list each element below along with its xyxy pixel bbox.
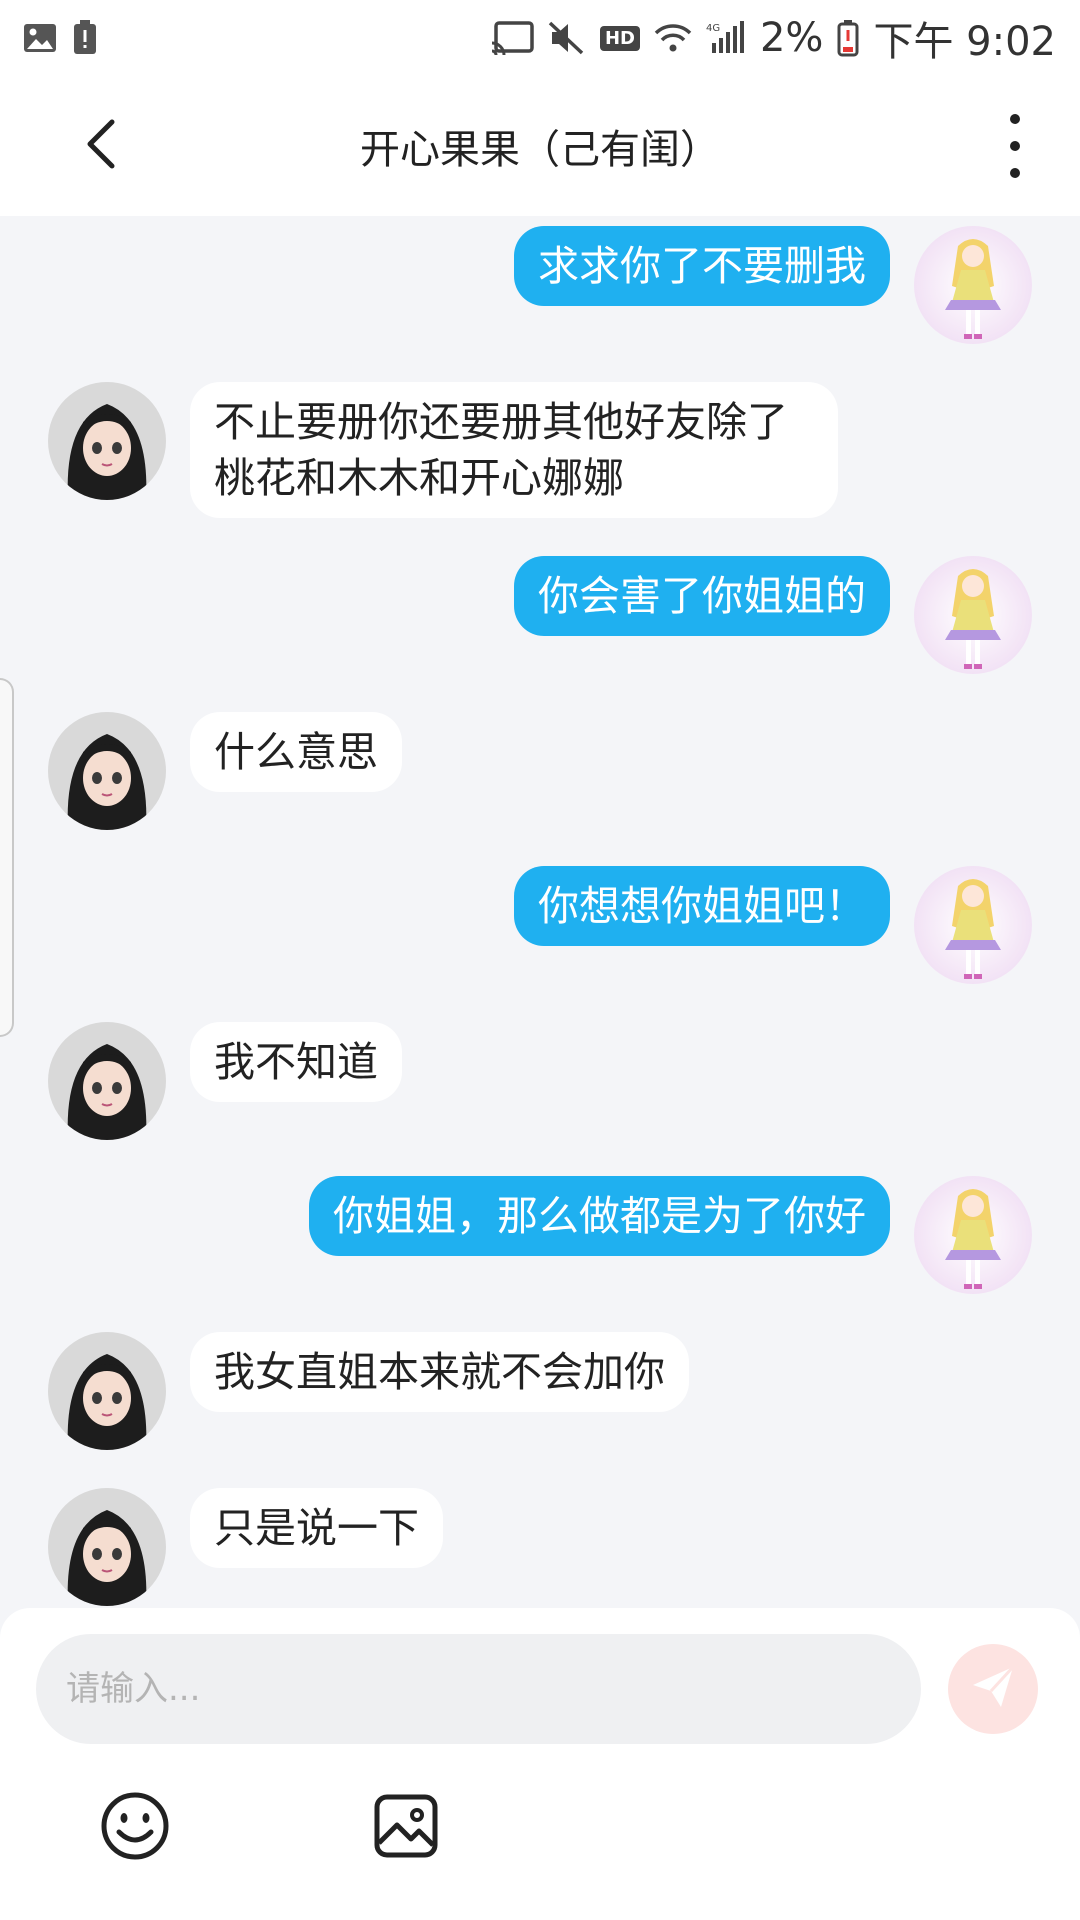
image-button[interactable] <box>370 1792 442 1864</box>
hd-badge: HD <box>599 25 640 51</box>
message-sent: 你姐姐，那么做都是为了你好 <box>309 1176 1032 1294</box>
message-bubble[interactable]: 我女直姐本来就不会加你 <box>190 1332 689 1412</box>
alert-notification-icon <box>72 20 98 56</box>
side-drawer-handle[interactable] <box>0 678 14 1037</box>
more-vertical-icon-dot <box>1010 141 1020 151</box>
dark-hair-girl-avatar[interactable] <box>48 1488 166 1606</box>
emoji-icon <box>100 1791 170 1865</box>
dark-hair-girl-avatar[interactable] <box>48 382 166 500</box>
dark-hair-girl-avatar[interactable] <box>48 1022 166 1140</box>
cell-signal-icon: 4G <box>706 21 746 55</box>
cast-icon <box>490 21 534 55</box>
message-received: 不止要册你还要册其他好友除了桃花和木木和开心娜娜 <box>48 382 838 518</box>
message-bubble[interactable]: 我不知道 <box>190 1022 402 1102</box>
status-right: HD 4G 2% 下午 9:02 <box>490 9 1056 67</box>
anime-doll-avatar[interactable] <box>914 866 1032 984</box>
back-button[interactable] <box>70 116 130 176</box>
message-bubble[interactable]: 你姐姐，那么做都是为了你好 <box>309 1176 890 1256</box>
message-input[interactable] <box>36 1634 921 1744</box>
message-bubble[interactable]: 求求你了不要删我 <box>514 226 890 306</box>
battery-percent: 2% <box>759 15 824 61</box>
emoji-button[interactable] <box>99 1792 171 1864</box>
message-bubble[interactable]: 不止要册你还要册其他好友除了桃花和木木和开心娜娜 <box>190 382 838 518</box>
message-sent: 求求你了不要删我 <box>514 226 1032 344</box>
status-bar: HD 4G 2% 下午 9:02 <box>0 0 1080 76</box>
message-bubble[interactable]: 什么意思 <box>190 712 402 792</box>
anime-doll-avatar[interactable] <box>914 556 1032 674</box>
back-arrow-icon <box>82 118 118 174</box>
dark-hair-girl-avatar[interactable] <box>48 1332 166 1450</box>
message-received: 什么意思 <box>48 712 402 830</box>
more-vertical-icon-dot <box>1010 168 1020 178</box>
battery-low-icon <box>837 19 859 57</box>
chat-header: 开心果果（己有闺） <box>0 76 1080 216</box>
gallery-notification-icon <box>22 22 58 54</box>
status-left <box>22 20 98 56</box>
mute-icon <box>548 21 586 55</box>
message-bubble[interactable]: 你会害了你姐姐的 <box>514 556 890 636</box>
send-icon <box>969 1663 1017 1715</box>
wifi-icon <box>654 23 692 53</box>
message-sent: 你会害了你姐姐的 <box>514 556 1032 674</box>
message-sent: 你想想你姐姐吧！ <box>514 866 1032 984</box>
message-received: 我女直姐本来就不会加你 <box>48 1332 689 1450</box>
anime-doll-avatar[interactable] <box>914 1176 1032 1294</box>
clock: 下午 9:02 <box>873 19 1056 65</box>
svg-text:4G: 4G <box>706 23 720 34</box>
more-vertical-icon-dot <box>1010 114 1020 124</box>
chat-area[interactable]: 求求你了不要删我 不止要册你还要册其他好友除了桃花和木木和开心娜娜 你会害了你姐… <box>0 216 1080 1606</box>
dark-hair-girl-avatar[interactable] <box>48 712 166 830</box>
more-options-button[interactable] <box>990 114 1040 178</box>
send-button[interactable] <box>948 1644 1038 1734</box>
input-panel <box>0 1608 1080 1920</box>
message-bubble[interactable]: 你想想你姐姐吧！ <box>514 866 890 946</box>
anime-doll-avatar[interactable] <box>914 226 1032 344</box>
message-received: 我不知道 <box>48 1022 402 1140</box>
page-title: 开心果果（己有闺） <box>360 127 720 173</box>
message-bubble[interactable]: 只是说一下 <box>190 1488 443 1568</box>
image-icon <box>373 1793 439 1863</box>
message-received: 只是说一下 <box>48 1488 443 1606</box>
